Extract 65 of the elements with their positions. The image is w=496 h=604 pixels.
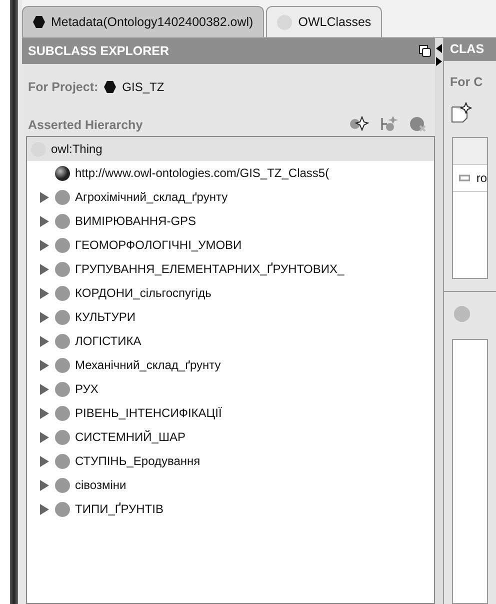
circle-icon xyxy=(55,454,70,468)
tree-item[interactable]: ГРУПУВАННЯ_ЕЛЕМЕНТАРНИХ_ҐРУНТОВИХ_ xyxy=(27,257,434,281)
circle-icon xyxy=(55,430,70,444)
tree-item[interactable]: СИСТЕМНИЙ_ШАР xyxy=(27,425,434,449)
circle-icon xyxy=(55,262,70,276)
caret-right-icon[interactable] xyxy=(40,312,48,322)
caret-right-icon[interactable] xyxy=(40,360,48,370)
add-subclass-icon[interactable] xyxy=(349,116,369,132)
caret-right-icon[interactable] xyxy=(40,216,48,226)
table-header xyxy=(453,138,487,166)
tab[interactable]: OWLClasses xyxy=(266,6,382,37)
tree-item[interactable]: СТУПІНЬ_Еродування xyxy=(27,449,434,473)
circle-icon xyxy=(55,238,70,252)
table-cell: ro xyxy=(476,171,487,186)
tree-item[interactable]: РІВЕНЬ_ІНТЕНСИФІКАЦІЇ xyxy=(27,401,434,425)
circle-icon xyxy=(55,214,70,228)
tree-item[interactable]: http://www.owl-ontologies.com/GIS_TZ_Class5( xyxy=(27,161,434,185)
tree-item[interactable]: КОРДОНИ_сільгоспугідь xyxy=(27,281,434,305)
new-class-icon[interactable] xyxy=(450,102,472,124)
caret-right-icon[interactable] xyxy=(40,240,48,250)
delete-class-icon[interactable] xyxy=(409,116,427,132)
caret-right-icon[interactable] xyxy=(40,408,48,418)
circle-icon xyxy=(454,306,470,322)
caret-right-icon[interactable] xyxy=(40,456,48,466)
panel-title: SUBCLASS EXPLORER xyxy=(28,44,169,58)
project-name: GIS_TZ xyxy=(122,80,164,94)
maximize-icon[interactable] xyxy=(419,45,431,57)
circle-icon xyxy=(55,190,70,204)
circle-icon xyxy=(55,334,70,348)
hexagon-icon xyxy=(33,16,45,28)
rectangle-icon xyxy=(459,174,470,182)
caret-right-icon[interactable] xyxy=(40,384,48,394)
tree-item[interactable]: КУЛЬТУРИ xyxy=(27,305,434,329)
caret-right-icon[interactable] xyxy=(40,504,48,514)
tree-item[interactable]: Механічний_склад_ґрунту xyxy=(27,353,434,377)
caret-right-icon[interactable] xyxy=(40,480,48,490)
add-sibling-icon[interactable] xyxy=(379,116,399,132)
globe-icon xyxy=(55,166,70,180)
circle-icon xyxy=(55,382,70,396)
project-label: For Project: xyxy=(28,80,98,94)
caret-right-icon[interactable] xyxy=(40,264,48,274)
circle-icon xyxy=(55,286,70,300)
hexagon-icon xyxy=(104,81,116,93)
tree-item[interactable]: Агрохімічний_склад_ґрунту xyxy=(27,185,434,209)
circle-icon xyxy=(55,502,70,516)
caret-right-icon[interactable] xyxy=(40,432,48,442)
caret-right-icon[interactable] xyxy=(40,192,48,202)
panel-title: CLAS xyxy=(450,42,484,56)
tree-item[interactable]: ТИПИ_ҐРУНТІВ xyxy=(27,497,434,521)
circle-icon xyxy=(55,478,70,492)
tab[interactable]: Metadata(Ontology1402400382.owl) xyxy=(22,6,264,37)
tree-item[interactable]: ЛОГІСТИКА xyxy=(27,329,434,353)
collapse-right-icon[interactable] xyxy=(436,57,442,66)
for-label: For C xyxy=(450,75,483,90)
caret-right-icon[interactable] xyxy=(40,336,48,346)
hierarchy-label: Asserted Hierarchy xyxy=(28,118,143,132)
tree-item[interactable]: РУХ xyxy=(27,377,434,401)
circle-icon xyxy=(55,358,70,372)
caret-right-icon[interactable] xyxy=(40,288,48,298)
tree-item[interactable]: сівозміни xyxy=(27,473,434,497)
tree-item[interactable]: ГЕОМОРФОЛОГІЧНІ_УМОВИ xyxy=(27,233,434,257)
tree-item[interactable]: ВИМІРЮВАННЯ-GPS xyxy=(27,209,434,233)
circle-icon xyxy=(55,406,70,420)
tree-item[interactable]: owl:Thing xyxy=(27,137,434,161)
circle-icon xyxy=(55,310,70,324)
